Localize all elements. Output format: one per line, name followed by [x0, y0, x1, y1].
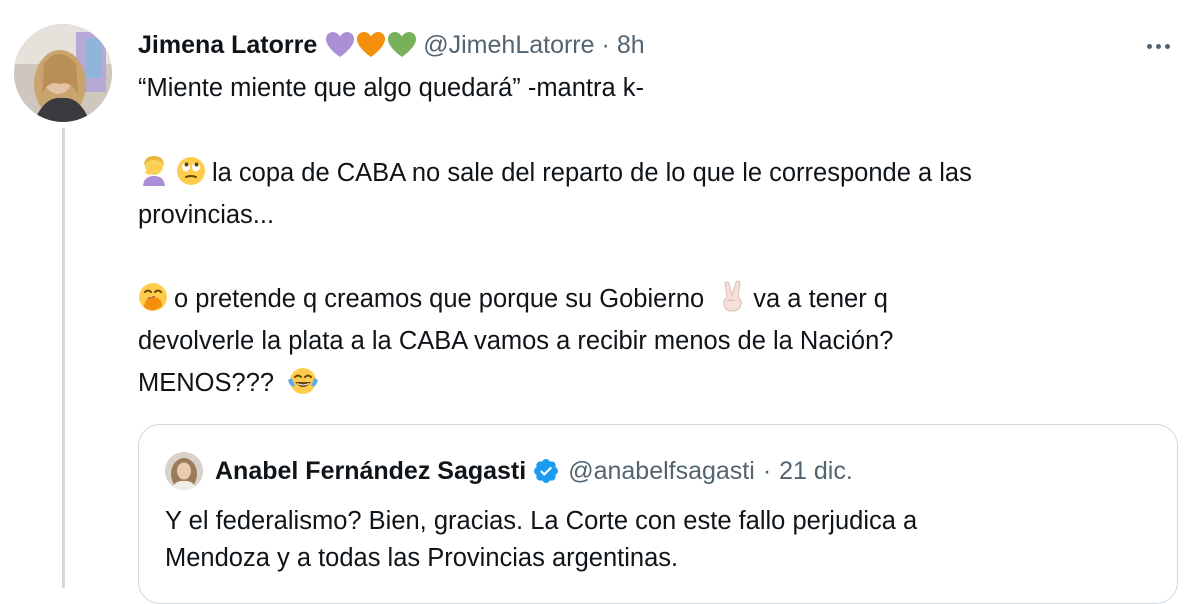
tweet-text-line-2: la copa de CABA no sale del reparto de l…	[138, 154, 1178, 191]
orange-heart-icon	[357, 32, 386, 57]
quoted-text-line-2: Mendoza y a todas las Provincias argenti…	[165, 544, 679, 572]
author-handle[interactable]: @JimehLatorre	[423, 31, 594, 60]
purple-heart-icon	[326, 32, 355, 57]
author-display-name[interactable]: Jimena Latorre	[138, 31, 317, 60]
more-options-icon[interactable]	[1138, 32, 1178, 60]
quoted-author-avatar[interactable]	[165, 452, 203, 490]
quoted-tweet[interactable]: Anabel Fernández Sagasti @anabelfsagasti…	[138, 424, 1178, 604]
tweet-text-line-3: provincias...	[138, 201, 275, 229]
tweet-text-line-4: o pretende q creamos que porque su Gobie…	[138, 280, 1178, 317]
name-emoji-group	[325, 31, 417, 59]
woman-facepalming-icon	[138, 154, 170, 186]
quoted-author-handle[interactable]: @anabelfsagasti	[568, 457, 755, 486]
tweet[interactable]: Jimena Latorre @JimehLatorre · 8h “Mient…	[0, 0, 1200, 604]
quoted-tweet-timestamp[interactable]: 21 dic.	[779, 457, 853, 486]
quoted-tweet-header: Anabel Fernández Sagasti @anabelfsagasti…	[215, 453, 853, 489]
victory-hand-icon	[719, 280, 747, 312]
thread-line	[62, 128, 65, 588]
face-with-tears-of-joy-icon	[287, 366, 319, 396]
author-avatar[interactable]	[14, 24, 112, 122]
avatar-photo-icon	[14, 24, 112, 122]
face-with-hand-over-mouth-icon	[138, 282, 168, 312]
quoted-author-display-name[interactable]: Anabel Fernández Sagasti	[215, 457, 526, 486]
verified-badge-icon	[532, 457, 560, 485]
tweet-text-line-6: MENOS???	[138, 365, 1178, 401]
tweet-timestamp[interactable]: 8h	[617, 31, 645, 60]
green-heart-icon	[388, 32, 417, 57]
separator-dot: ·	[601, 30, 610, 59]
quoted-tweet-text: Y el federalismo? Bien, gracias. La Cort…	[165, 503, 1155, 577]
quoted-avatar-photo-icon	[165, 452, 203, 490]
tweet-text-line-5: devolverle la plata a la CABA vamos a re…	[138, 327, 894, 355]
tweet-header: Jimena Latorre @JimehLatorre · 8h	[138, 28, 645, 62]
face-with-rolling-eyes-icon	[176, 156, 206, 186]
quoted-text-line-1: Y el federalismo? Bien, gracias. La Cort…	[165, 507, 918, 535]
tweet-text-line-1: “Miente miente que algo quedará” -mantra…	[138, 74, 645, 102]
quoted-separator-dot: ·	[762, 456, 772, 485]
